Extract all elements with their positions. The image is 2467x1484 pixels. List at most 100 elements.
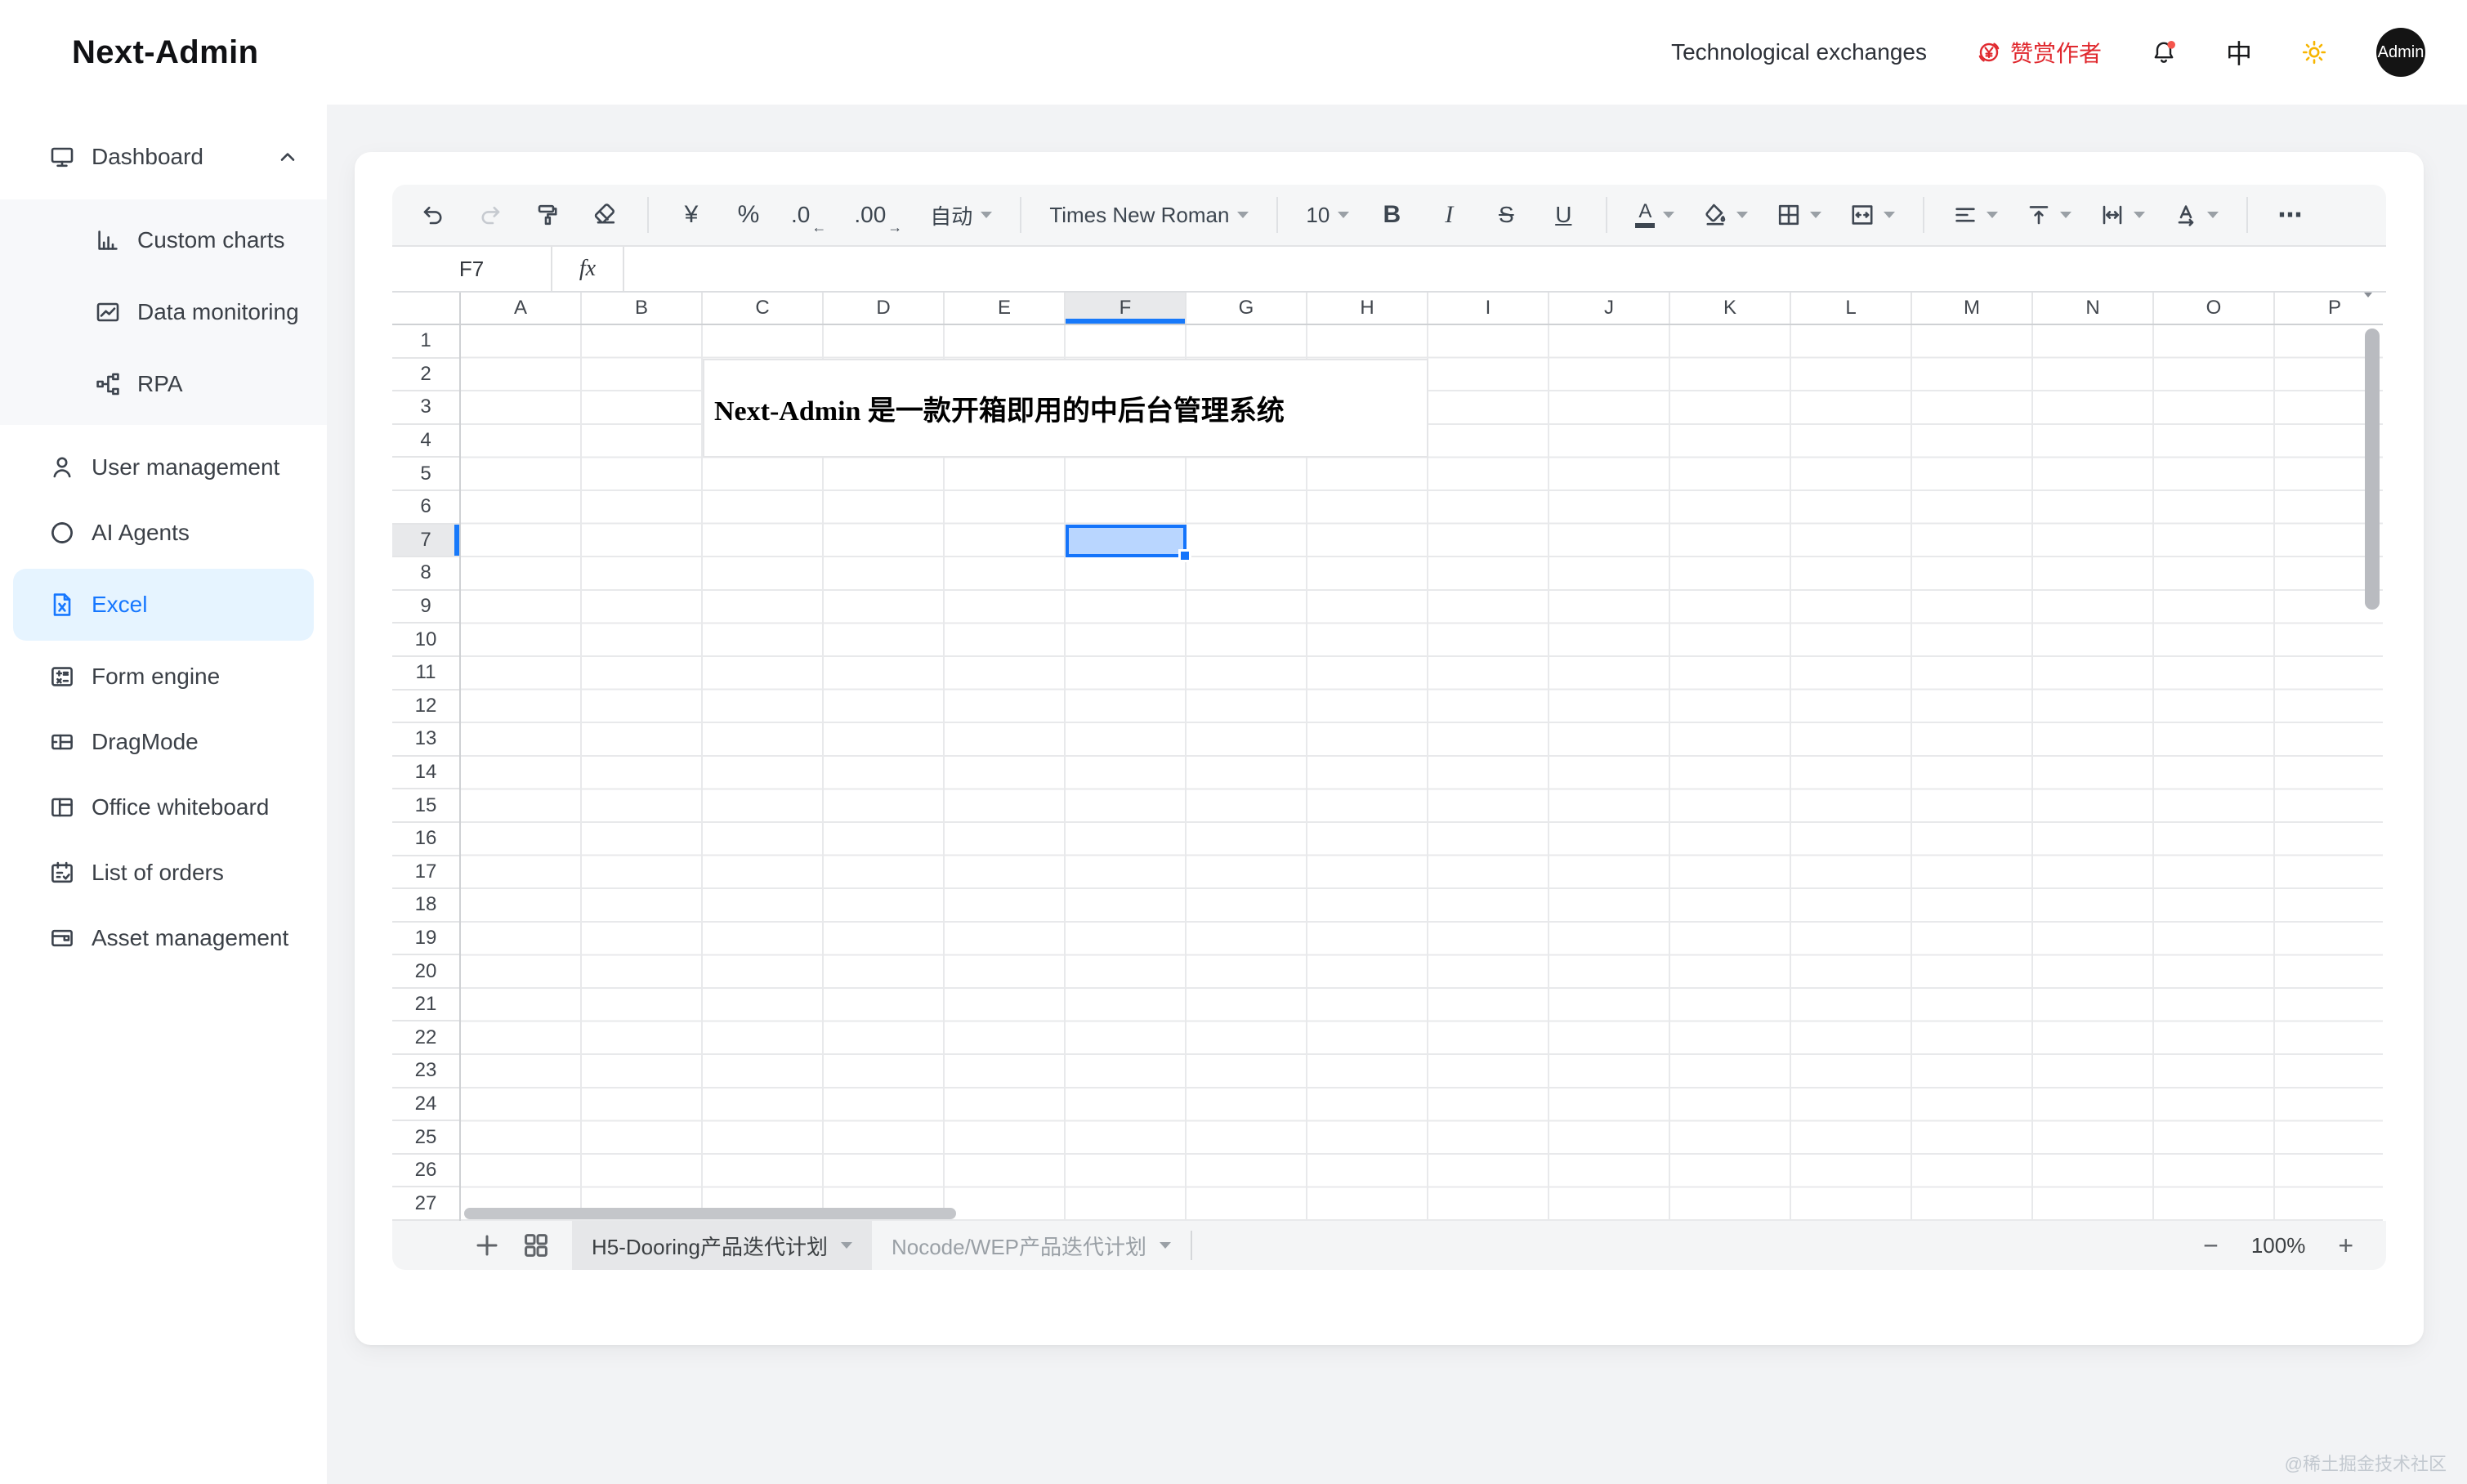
sidebar-item-data-monitoring[interactable]: Data monitoring bbox=[0, 276, 327, 348]
row-header[interactable]: 7 bbox=[392, 525, 459, 558]
col-header[interactable]: O bbox=[2154, 293, 2275, 324]
increase-decimal-button[interactable]: .00→ bbox=[847, 194, 909, 236]
nav-technological-exchanges[interactable]: Technological exchanges bbox=[1671, 39, 1927, 65]
row-header[interactable]: 10 bbox=[392, 624, 459, 657]
col-header[interactable]: C bbox=[703, 293, 824, 324]
row-header[interactable]: 20 bbox=[392, 955, 459, 989]
theme-toggle[interactable] bbox=[2301, 39, 2327, 65]
sheet-tab-active[interactable]: H5-Dooring产品迭代计划 bbox=[572, 1221, 872, 1270]
col-header[interactable]: J bbox=[1549, 293, 1670, 324]
fill-color-dropdown[interactable] bbox=[1696, 194, 1754, 236]
col-header[interactable]: F bbox=[1066, 293, 1187, 324]
row-header[interactable]: 18 bbox=[392, 889, 459, 923]
row-header[interactable]: 3 bbox=[392, 391, 459, 425]
strikethrough-button[interactable]: S bbox=[1485, 194, 1527, 236]
add-sheet-button[interactable] bbox=[474, 1232, 500, 1258]
col-header[interactable]: D bbox=[824, 293, 945, 324]
row-header[interactable]: 1 bbox=[392, 325, 459, 359]
sidebar-item-dashboard[interactable]: Dashboard bbox=[0, 124, 327, 190]
row-header[interactable]: 22 bbox=[392, 1021, 459, 1055]
cells-area[interactable]: Next-Admin 是一款开箱即用的中后台管理系统 bbox=[461, 325, 2383, 1221]
sidebar-item-rpa[interactable]: RPA bbox=[0, 348, 327, 420]
select-all-corner[interactable] bbox=[392, 293, 461, 325]
scroll-down-arrow[interactable] bbox=[2360, 293, 2376, 297]
more-tools-button[interactable]: ⋯ bbox=[2269, 194, 2312, 236]
row-header[interactable]: 23 bbox=[392, 1055, 459, 1088]
row-header[interactable]: 25 bbox=[392, 1121, 459, 1155]
col-header[interactable]: H bbox=[1307, 293, 1428, 324]
row-header[interactable]: 13 bbox=[392, 723, 459, 757]
selected-cell-F7[interactable] bbox=[1066, 525, 1187, 558]
row-header[interactable]: 26 bbox=[392, 1155, 459, 1188]
horizontal-align-dropdown[interactable] bbox=[1946, 194, 2004, 236]
sidebar-item-office-whiteboard[interactable]: Office whiteboard bbox=[0, 775, 327, 840]
row-header[interactable]: 17 bbox=[392, 856, 459, 890]
sidebar-item-excel[interactable]: Excel bbox=[13, 569, 314, 641]
horizontal-scrollbar-thumb[interactable] bbox=[464, 1208, 956, 1219]
row-header[interactable]: 11 bbox=[392, 657, 459, 691]
col-header[interactable]: E bbox=[945, 293, 1066, 324]
redo-button[interactable] bbox=[469, 194, 512, 236]
text-color-dropdown[interactable]: A bbox=[1629, 194, 1681, 236]
sidebar-item-dragmode[interactable]: DragMode bbox=[0, 709, 327, 775]
sidebar-item-list-of-orders[interactable]: List of orders bbox=[0, 840, 327, 905]
col-header[interactable]: M bbox=[1912, 293, 2033, 324]
fill-handle[interactable] bbox=[1178, 549, 1191, 562]
row-header[interactable]: 6 bbox=[392, 491, 459, 525]
zoom-out-button[interactable]: − bbox=[2203, 1232, 2219, 1258]
underline-button[interactable]: U bbox=[1542, 194, 1584, 236]
merge-cells-dropdown[interactable] bbox=[1843, 194, 1902, 236]
sidebar-item-ai-agents[interactable]: AI Agents bbox=[0, 500, 327, 565]
formula-input[interactable] bbox=[624, 247, 2386, 291]
avatar[interactable]: Admin bbox=[2376, 28, 2425, 77]
merged-title-cell[interactable]: Next-Admin 是一款开箱即用的中后台管理系统 bbox=[703, 359, 1428, 458]
row-header[interactable]: 16 bbox=[392, 823, 459, 856]
undo-button[interactable] bbox=[412, 194, 454, 236]
row-header[interactable]: 12 bbox=[392, 691, 459, 724]
row-header[interactable]: 24 bbox=[392, 1088, 459, 1122]
row-header[interactable]: 21 bbox=[392, 989, 459, 1022]
row-header[interactable]: 19 bbox=[392, 923, 459, 956]
col-header[interactable]: I bbox=[1428, 293, 1549, 324]
notifications-button[interactable] bbox=[2151, 39, 2177, 65]
cell-name-box[interactable]: F7 bbox=[392, 247, 552, 291]
col-header[interactable]: B bbox=[582, 293, 703, 324]
col-header[interactable]: L bbox=[1791, 293, 1912, 324]
row-header[interactable]: 14 bbox=[392, 757, 459, 790]
caret-down-icon[interactable] bbox=[841, 1242, 852, 1249]
sheet-list-button[interactable] bbox=[523, 1232, 549, 1258]
sponsor-link[interactable]: 赞赏作者 bbox=[1976, 36, 2102, 69]
number-format-dropdown[interactable]: 自动 bbox=[923, 194, 999, 236]
sheet-tab[interactable]: Nocode/WEP产品迭代计划 bbox=[872, 1221, 1191, 1270]
font-family-dropdown[interactable]: Times New Roman bbox=[1043, 194, 1255, 236]
vertical-scrollbar-thumb[interactable] bbox=[2365, 329, 2380, 610]
row-header[interactable]: 8 bbox=[392, 557, 459, 591]
borders-dropdown[interactable] bbox=[1769, 194, 1828, 236]
row-header[interactable]: 2 bbox=[392, 359, 459, 392]
italic-button[interactable]: I bbox=[1428, 194, 1470, 236]
fx-button[interactable]: fx bbox=[552, 247, 624, 291]
row-header[interactable]: 27 bbox=[392, 1187, 459, 1221]
sidebar-item-form-engine[interactable]: Form engine bbox=[0, 644, 327, 709]
text-rotate-dropdown[interactable] bbox=[2166, 194, 2225, 236]
row-header[interactable]: 4 bbox=[392, 425, 459, 458]
vertical-align-dropdown[interactable] bbox=[2019, 194, 2078, 236]
col-header[interactable]: K bbox=[1670, 293, 1791, 324]
sidebar-item-user-management[interactable]: User management bbox=[0, 435, 327, 500]
eraser-button[interactable] bbox=[583, 194, 626, 236]
language-toggle[interactable]: 中 bbox=[2226, 34, 2252, 71]
currency-format-button[interactable]: ¥ bbox=[670, 194, 713, 236]
zoom-in-button[interactable]: + bbox=[2338, 1232, 2353, 1258]
percent-format-button[interactable]: % bbox=[727, 194, 770, 236]
font-size-dropdown[interactable]: 10 bbox=[1299, 194, 1356, 236]
sidebar-item-asset-management[interactable]: Asset management bbox=[0, 905, 327, 971]
bold-button[interactable]: B bbox=[1370, 194, 1413, 236]
row-header[interactable]: 15 bbox=[392, 789, 459, 823]
decrease-decimal-button[interactable]: .0← bbox=[784, 194, 833, 236]
sidebar-item-custom-charts[interactable]: Custom charts bbox=[0, 204, 327, 276]
col-header[interactable]: N bbox=[2033, 293, 2154, 324]
row-header[interactable]: 9 bbox=[392, 591, 459, 624]
caret-down-icon[interactable] bbox=[1160, 1242, 1171, 1249]
col-header[interactable]: G bbox=[1187, 293, 1307, 324]
format-painter-button[interactable] bbox=[526, 194, 569, 236]
